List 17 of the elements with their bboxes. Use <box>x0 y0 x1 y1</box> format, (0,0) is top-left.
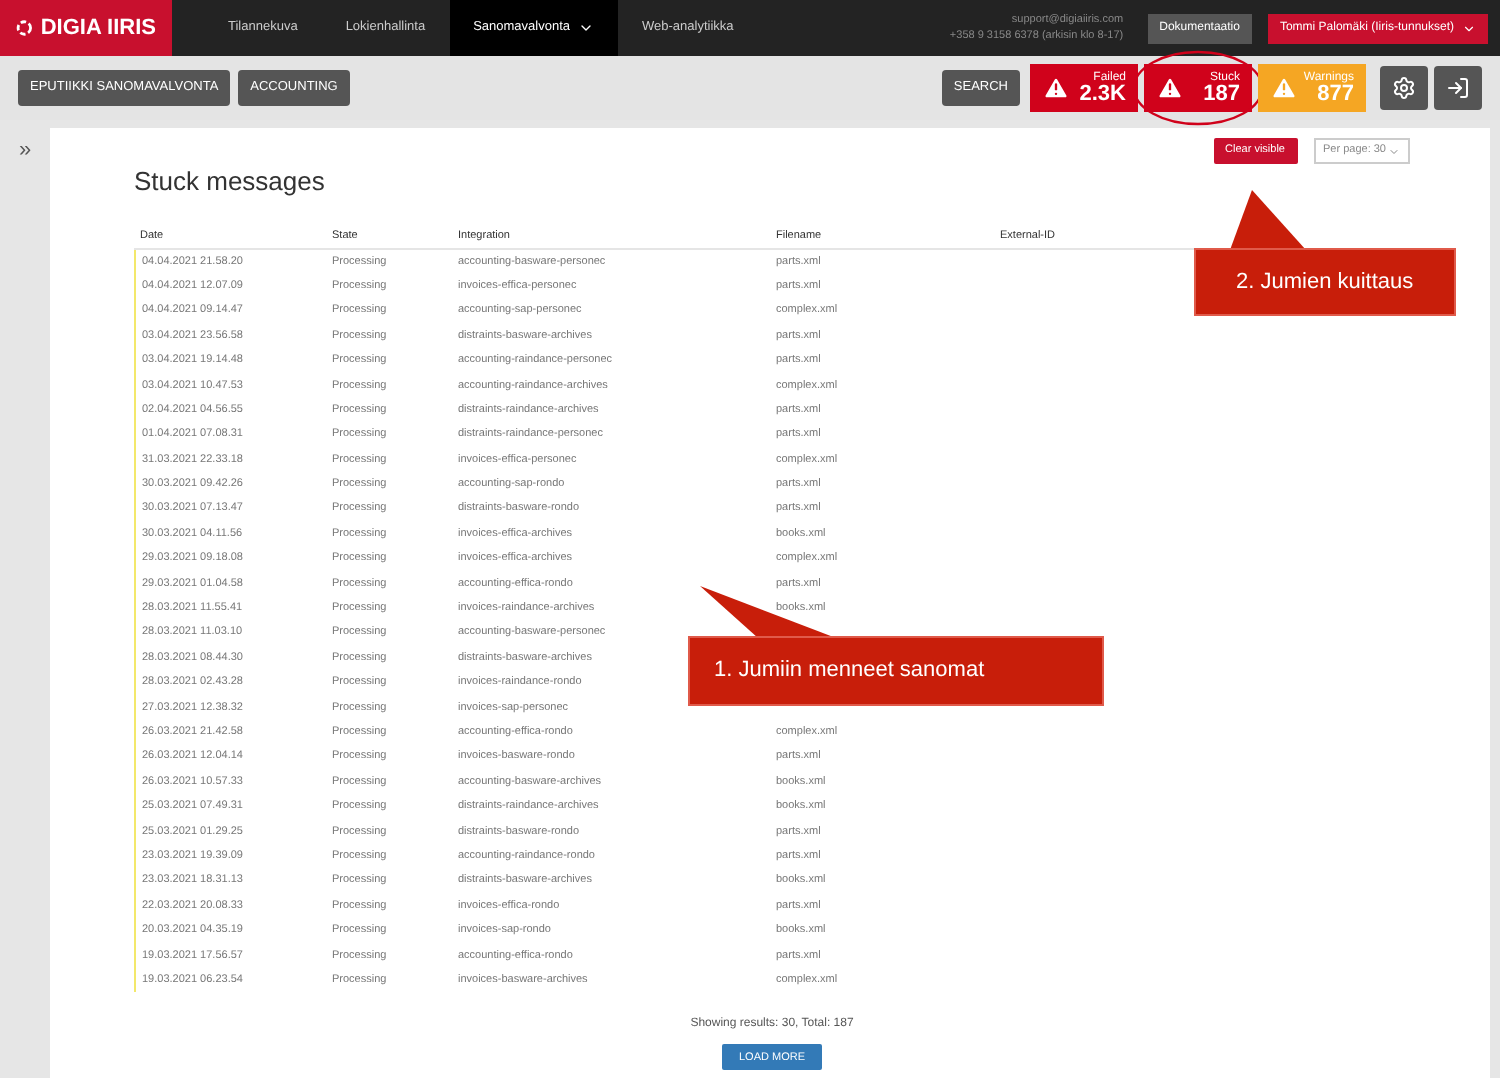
warning-icon <box>1156 74 1184 102</box>
counter-value: 877 <box>1317 83 1354 105</box>
sidebar-toggle[interactable]: » <box>18 140 32 162</box>
page-title: Stuck messages <box>134 164 325 200</box>
chevron-down-icon <box>1388 145 1400 157</box>
callout-pointer <box>1228 188 1308 252</box>
warning-icon <box>1270 74 1298 102</box>
logo[interactable]: DIGIA IIRIS <box>0 0 172 56</box>
chevron-down-icon <box>1462 21 1476 35</box>
settings-button[interactable] <box>1380 66 1428 110</box>
logout-icon <box>1446 76 1470 100</box>
warning-icon <box>1042 74 1070 102</box>
ring-logo-icon <box>16 16 33 40</box>
logout-button[interactable] <box>1434 66 1482 110</box>
settings-icon <box>1392 76 1416 100</box>
counter-value: 187 <box>1203 83 1240 105</box>
counter-value: 2.3K <box>1079 83 1126 105</box>
